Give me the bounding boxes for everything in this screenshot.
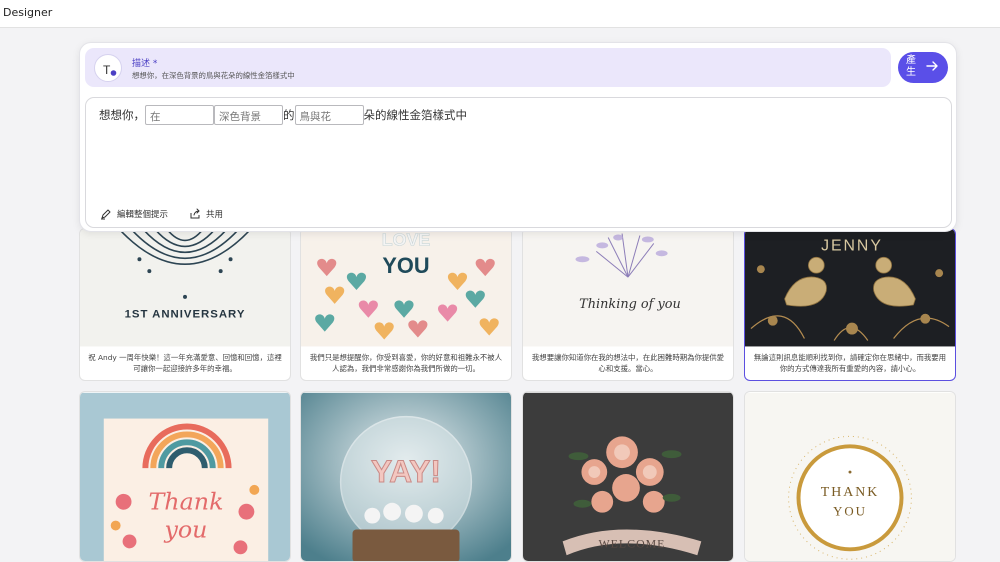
design-card-love-you[interactable]: LOVE YOU 我們只是想提醒你，你受到喜愛，你的好意和祖難永不被人人認為，我… bbox=[300, 228, 512, 381]
card-caption: 我想要讓你知道你在我的想法中，在此困難時期為你提供愛心和支援。當心。 bbox=[531, 353, 725, 373]
title-bar: Designer bbox=[0, 0, 1000, 28]
svg-text:YOU: YOU bbox=[382, 253, 429, 278]
edit-prompt-button[interactable]: 編輯整個提示 bbox=[100, 208, 168, 220]
design-card-anniversary[interactable]: 1ST ANNIVERSARY 祝 Andy 一周年快樂！這一年充滿愛意、回憶和… bbox=[79, 228, 291, 381]
card-image: 1ST ANNIVERSARY bbox=[80, 229, 290, 347]
card-caption: 無論這則訊息能順利找到你，請確定你在思緒中，而我要用你的方式傳達我所有重愛的內容… bbox=[753, 353, 947, 373]
description-bar[interactable]: T 描述 * 想想你，在深色背景的鳥與花朵的線性金箔樣式中 bbox=[85, 48, 891, 87]
prompt-panel: T 描述 * 想想你，在深色背景的鳥與花朵的線性金箔樣式中 產生 想想你， 在 … bbox=[79, 42, 957, 232]
share-label: 共用 bbox=[206, 210, 224, 220]
prompt-editor[interactable]: 想想你， 在 深色背景 的 鳥與花 朵的線性金箔樣式中 編輯整個提示 共用 bbox=[85, 97, 952, 228]
edit-icon bbox=[101, 209, 111, 220]
prompt-slot-input[interactable]: 深色背景 bbox=[214, 105, 283, 125]
svg-text:Thank: Thank bbox=[148, 488, 223, 516]
prompt-text: 朵的線性金箔樣式中 bbox=[363, 108, 468, 122]
description-summary: 想想你，在深色背景的鳥與花朵的線性金箔樣式中 bbox=[132, 71, 295, 80]
svg-text:you: you bbox=[163, 515, 207, 543]
design-card-yay[interactable]: YAY! bbox=[300, 391, 512, 562]
text-prompt-icon: T bbox=[94, 54, 122, 82]
edit-prompt-label: 編輯整個提示 bbox=[117, 210, 169, 220]
app-title: Designer bbox=[3, 6, 53, 19]
prompt-slot-input[interactable]: 鳥與花 bbox=[294, 105, 364, 125]
card-image: LOVE YOU bbox=[301, 229, 511, 347]
card-image: Thank you bbox=[80, 392, 290, 561]
svg-text:JENNY: JENNY bbox=[821, 237, 883, 254]
description-label: 描述 * bbox=[132, 59, 158, 69]
svg-text:Thinking of you: Thinking of you bbox=[579, 297, 681, 312]
arrow-right-icon bbox=[926, 61, 938, 71]
svg-text:YOU: YOU bbox=[833, 505, 867, 519]
card-caption: 祝 Andy 一周年快樂！這一年充滿愛意、回憶和回憶，這裡可讓你一起迎接許多年的… bbox=[88, 353, 282, 373]
generate-label: 產生 bbox=[906, 55, 916, 78]
share-button[interactable]: 共用 bbox=[189, 208, 223, 220]
design-card-thinking[interactable]: Thinking of you 我想要讓你知道你在我的想法中，在此困難時期為你提… bbox=[522, 228, 734, 381]
card-image: JENNY bbox=[745, 229, 955, 347]
share-icon bbox=[190, 208, 200, 219]
design-card-jenny[interactable]: JENNY 無論這則訊息能順利找到你，請確定你在思緒中，而我要用你的方式傳達我所… bbox=[744, 228, 956, 381]
svg-text:THANK: THANK bbox=[821, 484, 879, 499]
svg-text:WELCOME: WELCOME bbox=[598, 536, 665, 550]
prompt-text: 想想你， bbox=[99, 108, 145, 122]
card-image: YAY! bbox=[301, 392, 511, 561]
svg-text:T: T bbox=[103, 63, 111, 77]
card-image: WELCOME bbox=[523, 392, 733, 561]
design-card-thank-you-gold[interactable]: THANK YOU bbox=[744, 391, 956, 562]
svg-text:YAY!: YAY! bbox=[371, 453, 441, 489]
prompt-text: 的 bbox=[283, 108, 295, 122]
design-card-welcome[interactable]: WELCOME bbox=[522, 391, 734, 562]
card-image: Thinking of you bbox=[523, 229, 733, 347]
svg-text:LOVE: LOVE bbox=[382, 229, 431, 249]
card-caption: 我們只是想提醒你，你受到喜愛，你的好意和祖難永不被人人認為，我們非常感謝你為我們… bbox=[309, 353, 503, 373]
prompt-slot-input[interactable]: 在 bbox=[145, 105, 214, 125]
prompt-template: 想想你， 在 深色背景 的 鳥與花 朵的線性金箔樣式中 bbox=[99, 105, 467, 125]
card-image: THANK YOU bbox=[745, 392, 955, 561]
design-card-thank-you-floral[interactable]: Thank you bbox=[79, 391, 291, 562]
card-title: 1ST ANNIVERSARY bbox=[125, 309, 246, 321]
generate-button[interactable]: 產生 bbox=[898, 52, 948, 83]
